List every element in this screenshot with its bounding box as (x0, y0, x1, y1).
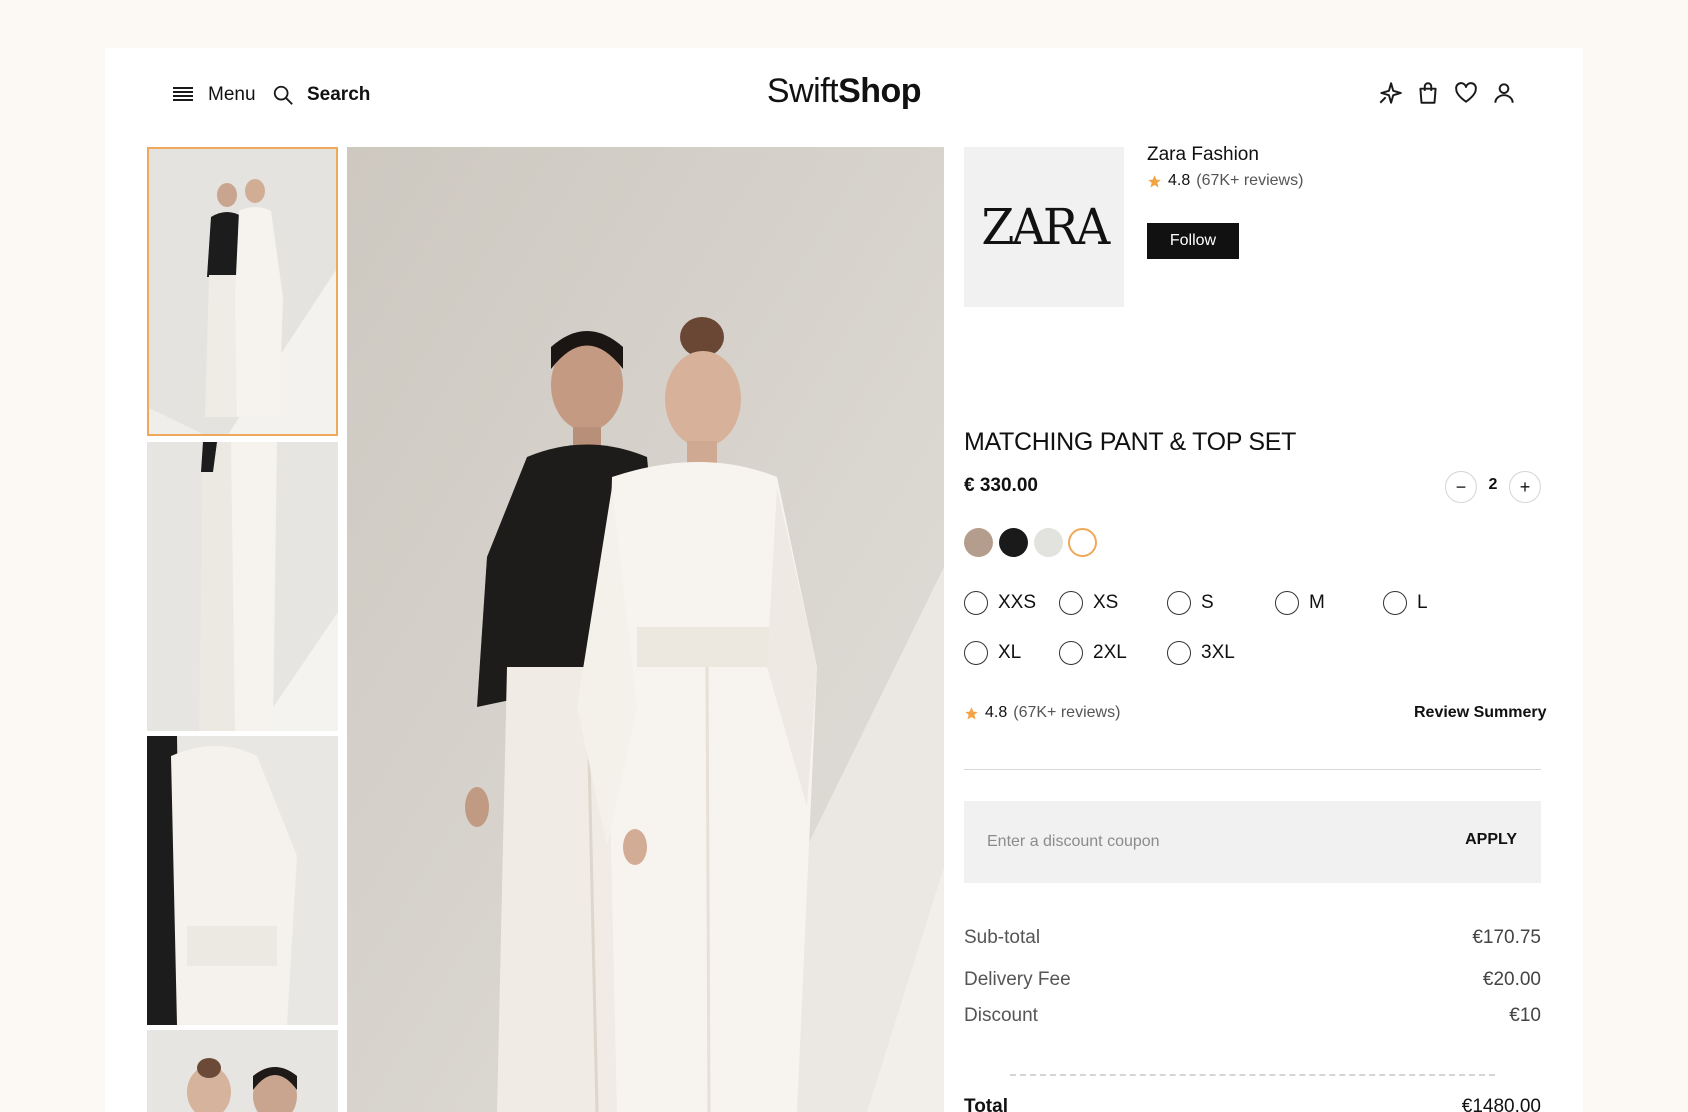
size-option-3xl[interactable]: 3XL (1167, 641, 1235, 665)
logo-light-text: Swift (766, 72, 839, 110)
radio-button[interactable] (1167, 641, 1191, 665)
quantity-value: 2 (1488, 476, 1498, 493)
shopping-bag-icon[interactable] (1415, 80, 1441, 106)
coupon-box: APPLY (964, 801, 1541, 883)
star-icon (1148, 174, 1161, 187)
thumbnail-image-4 (147, 1030, 338, 1112)
radio-button[interactable] (1383, 591, 1407, 615)
star-icon (965, 706, 978, 719)
apply-coupon-button[interactable]: APPLY (1465, 831, 1517, 849)
size-label: M (1309, 592, 1325, 613)
heart-icon[interactable] (1453, 80, 1479, 106)
thumbnail-2[interactable] (147, 442, 338, 731)
divider (964, 769, 1541, 770)
thumbnail-image-3 (147, 736, 338, 1025)
brand-name[interactable]: Zara Fashion (1147, 144, 1259, 166)
size-label: 2XL (1093, 642, 1127, 663)
quantity-decrease-button[interactable]: − (1445, 471, 1477, 503)
subtotal-value: €170.75 (1472, 927, 1541, 948)
brand-review-count: (67K+ reviews) (1196, 172, 1304, 189)
logo-bold-text: Shop (838, 72, 922, 110)
product-rating-value: 4.8 (985, 704, 1008, 721)
brand-rating: 4.8 (67K+ reviews) (1147, 172, 1303, 190)
product-review-count: (67K+ reviews) (1013, 704, 1121, 721)
radio-button[interactable] (1059, 591, 1083, 615)
color-swatch-taupe[interactable] (964, 528, 993, 557)
quantity-increase-button[interactable]: + (1509, 471, 1541, 503)
size-label: XXS (998, 592, 1037, 613)
thumbnail-3[interactable] (147, 736, 338, 1025)
size-label: XS (1093, 592, 1119, 613)
size-option-xl[interactable]: XL (964, 641, 1021, 665)
coupon-input[interactable] (987, 826, 1407, 858)
brand-logo-text: ZARA (981, 198, 1110, 256)
color-swatch-white[interactable] (1068, 528, 1097, 557)
thumbnail-image-1 (147, 147, 338, 436)
size-label: XL (998, 642, 1022, 663)
sparkle-icon[interactable] (1377, 80, 1403, 106)
size-option-l[interactable]: L (1383, 591, 1428, 615)
brand-rating-value: 4.8 (1168, 172, 1191, 189)
total-value: €1480.00 (1461, 1096, 1541, 1112)
size-option-m[interactable]: M (1275, 591, 1325, 615)
delivery-fee-value: €20.00 (1482, 969, 1541, 990)
size-label: 3XL (1201, 642, 1235, 663)
radio-button[interactable] (1059, 641, 1083, 665)
product-rating: 4.8 (67K+ reviews) (964, 704, 1120, 722)
site-logo[interactable]: SwiftShop (105, 72, 1583, 111)
main-product-image (347, 147, 944, 1112)
subtotal-label: Sub-total (964, 927, 1041, 948)
user-icon[interactable] (1491, 80, 1517, 106)
product-price: € 330.00 (964, 475, 1038, 496)
size-option-s[interactable]: S (1167, 591, 1214, 615)
thumbnail-4[interactable] (147, 1030, 338, 1112)
main-image-illustration (347, 147, 944, 1112)
total-label: Total (964, 1096, 1008, 1112)
thumbnail-image-2 (147, 442, 338, 731)
radio-button[interactable] (964, 641, 988, 665)
color-swatch-light-grey[interactable] (1034, 528, 1063, 557)
follow-button[interactable]: Follow (1147, 223, 1239, 259)
dashed-divider (1010, 1074, 1495, 1076)
size-option-2xl[interactable]: 2XL (1059, 641, 1127, 665)
brand-logo-box[interactable]: ZARA (964, 147, 1124, 307)
review-summary-link[interactable]: Review Summery (1414, 704, 1547, 722)
radio-button[interactable] (1167, 591, 1191, 615)
size-option-xs[interactable]: XS (1059, 591, 1118, 615)
discount-value: €10 (1509, 1005, 1541, 1026)
page-frame: Menu Search SwiftShop ZARA Zara Fashion … (105, 48, 1583, 1112)
delivery-fee-label: Delivery Fee (964, 969, 1071, 990)
size-label: S (1201, 592, 1214, 613)
thumbnail-1[interactable] (147, 147, 338, 436)
radio-button[interactable] (1275, 591, 1299, 615)
product-title: MATCHING PANT & TOP SET (964, 428, 1297, 456)
radio-button[interactable] (964, 591, 988, 615)
size-label: L (1417, 592, 1428, 613)
color-swatch-black[interactable] (999, 528, 1028, 557)
discount-label: Discount (964, 1005, 1038, 1026)
size-option-xxs[interactable]: XXS (964, 591, 1036, 615)
